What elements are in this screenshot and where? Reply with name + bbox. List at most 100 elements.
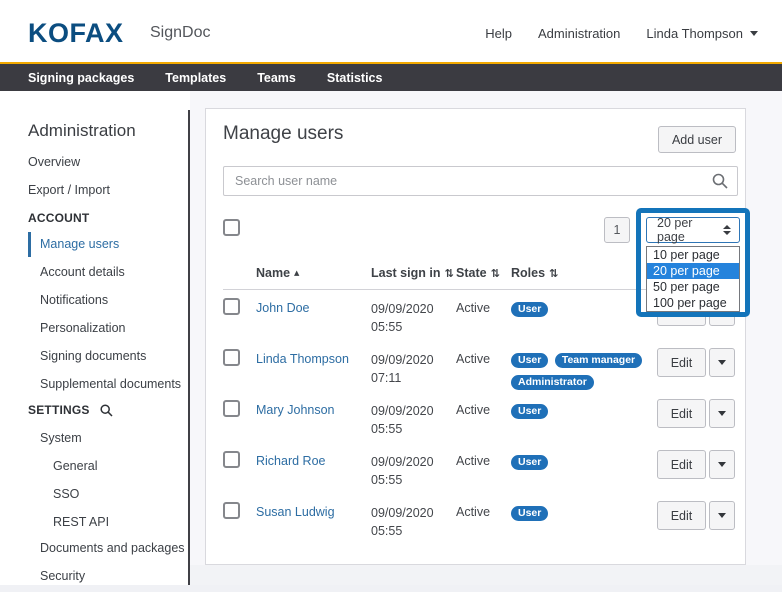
page-button-1[interactable]: 1 [604, 217, 630, 243]
edit-button[interactable]: Edit [657, 501, 706, 530]
nav-item-signing-packages[interactable]: Signing packages [28, 71, 134, 85]
sign-in-date: 09/09/2020 [371, 453, 434, 471]
help-link[interactable]: Help [485, 26, 512, 41]
sign-in-date: 09/09/2020 [371, 402, 434, 420]
column-header-state[interactable]: State ⇅ [456, 266, 500, 280]
dropdown-option-100-per-page[interactable]: 100 per page [647, 295, 739, 311]
search-input[interactable] [223, 166, 738, 196]
administration-link[interactable]: Administration [538, 26, 620, 41]
add-user-button[interactable]: Add user [658, 126, 736, 153]
manage-users-panel: Manage users Add user 1 20 per page 10 p… [205, 108, 746, 565]
edit-button-group: Edit [657, 399, 735, 428]
user-name-link[interactable]: John Doe [256, 301, 310, 315]
sidebar-item-supplemental-documents[interactable]: Supplemental documents [40, 377, 181, 391]
roles-cell: User Team manager Administrator [511, 350, 663, 394]
sidebar-item-general[interactable]: General [53, 459, 97, 473]
sidebar-item-account-details[interactable]: Account details [40, 265, 125, 279]
dropdown-option-20-per-page[interactable]: 20 per page [647, 263, 739, 279]
sidebar-section-account-label: ACCOUNT [28, 211, 89, 225]
edit-dropdown-button[interactable] [709, 399, 735, 428]
user-name-link[interactable]: Richard Roe [256, 454, 325, 468]
roles-cell: User [511, 401, 663, 423]
edit-button-group: Edit [657, 348, 735, 377]
column-header-roles[interactable]: Roles⇅ [511, 266, 558, 280]
sidebar-item-system[interactable]: System [40, 431, 82, 445]
nav-item-statistics[interactable]: Statistics [327, 71, 383, 85]
edit-dropdown-button[interactable] [709, 450, 735, 479]
active-item-indicator [28, 232, 31, 257]
sidebar-title: Administration [28, 121, 136, 141]
last-sign-in-cell: 09/09/2020 05:55 [371, 504, 434, 540]
sign-in-date: 09/09/2020 [371, 300, 434, 318]
search-icon[interactable] [712, 173, 728, 194]
sort-both-icon: ⇅ [491, 267, 500, 280]
row-checkbox[interactable] [223, 400, 240, 417]
sort-ascending-icon: ▲ [294, 269, 299, 277]
sign-in-date: 09/09/2020 [371, 351, 434, 369]
edit-dropdown-button[interactable] [709, 348, 735, 377]
sidebar-item-personalization[interactable]: Personalization [40, 321, 125, 335]
top-header: KOFAX SignDoc Help Administration Linda … [0, 0, 782, 62]
nav-item-templates[interactable]: Templates [165, 71, 226, 85]
state-cell: Active [456, 352, 490, 366]
row-checkbox[interactable] [223, 298, 240, 315]
sidebar-item-notifications[interactable]: Notifications [40, 293, 108, 307]
row-checkbox[interactable] [223, 349, 240, 366]
user-name-link[interactable]: Mary Johnson [256, 403, 335, 417]
column-header-roles-label: Roles [511, 266, 545, 280]
dropdown-option-50-per-page[interactable]: 50 per page [647, 279, 739, 295]
settings-search-icon[interactable] [100, 404, 113, 417]
roles-cell: User [511, 503, 663, 525]
user-menu[interactable]: Linda Thompson [646, 26, 758, 41]
bottom-strip [0, 585, 782, 592]
edit-button[interactable]: Edit [657, 348, 706, 377]
role-badge: User [511, 506, 548, 521]
roles-cell: User [511, 452, 663, 474]
nav-item-teams[interactable]: Teams [257, 71, 296, 85]
page-size-dropdown: 10 per page 20 per page 50 per page 100 … [646, 246, 740, 312]
sidebar-item-documents-and-packages[interactable]: Documents and packages [40, 541, 185, 555]
sidebar-item-rest-api[interactable]: REST API [53, 515, 109, 529]
top-links: Help Administration Linda Thompson [485, 26, 758, 41]
sidebar-item-signing-documents[interactable]: Signing documents [40, 349, 146, 363]
last-sign-in-cell: 09/09/2020 05:55 [371, 300, 434, 336]
select-all-checkbox[interactable] [223, 219, 240, 236]
kofax-logo: KOFAX [28, 18, 124, 49]
edit-dropdown-button[interactable] [709, 501, 735, 530]
role-badge: User [511, 302, 548, 317]
role-badge: User [511, 404, 548, 419]
edit-button[interactable]: Edit [657, 450, 706, 479]
column-header-last-sign-in-label: Last sign in [371, 266, 440, 280]
sign-in-time: 07:11 [371, 369, 434, 387]
row-checkbox[interactable] [223, 451, 240, 468]
sidebar-divider [188, 110, 190, 585]
sidebar-item-export-import[interactable]: Export / Import [28, 183, 110, 197]
main-nav: Signing packages Templates Teams Statist… [0, 62, 782, 91]
select-spinner-icon [723, 225, 731, 235]
search-field [223, 166, 738, 196]
sidebar-item-sso[interactable]: SSO [53, 487, 79, 501]
page-title: Manage users [223, 123, 343, 145]
column-header-name[interactable]: Name▲ [256, 266, 299, 280]
dropdown-option-10-per-page[interactable]: 10 per page [647, 247, 739, 263]
user-name-link[interactable]: Susan Ludwig [256, 505, 335, 519]
user-name-link[interactable]: Linda Thompson [256, 352, 349, 366]
caret-down-icon [750, 31, 758, 36]
table-row: Linda Thompson 09/09/2020 07:11 Active U… [206, 346, 747, 397]
sign-in-time: 05:55 [371, 471, 434, 489]
table-row: Susan Ludwig 09/09/2020 05:55 Active Use… [206, 499, 747, 550]
sidebar-item-manage-users[interactable]: Manage users [40, 237, 119, 251]
sign-in-time: 05:55 [371, 318, 434, 336]
sidebar-item-overview[interactable]: Overview [28, 155, 80, 169]
column-header-last-sign-in[interactable]: Last sign in⇅ [371, 266, 454, 280]
state-cell: Active [456, 505, 490, 519]
row-checkbox[interactable] [223, 502, 240, 519]
sign-in-date: 09/09/2020 [371, 504, 434, 522]
role-badge: User [511, 353, 548, 368]
edit-button[interactable]: Edit [657, 399, 706, 428]
column-header-state-label: State [456, 266, 487, 280]
page-size-select[interactable]: 20 per page [646, 217, 740, 243]
caret-down-icon [718, 360, 726, 365]
sidebar-item-security[interactable]: Security [40, 569, 85, 583]
last-sign-in-cell: 09/09/2020 07:11 [371, 351, 434, 387]
